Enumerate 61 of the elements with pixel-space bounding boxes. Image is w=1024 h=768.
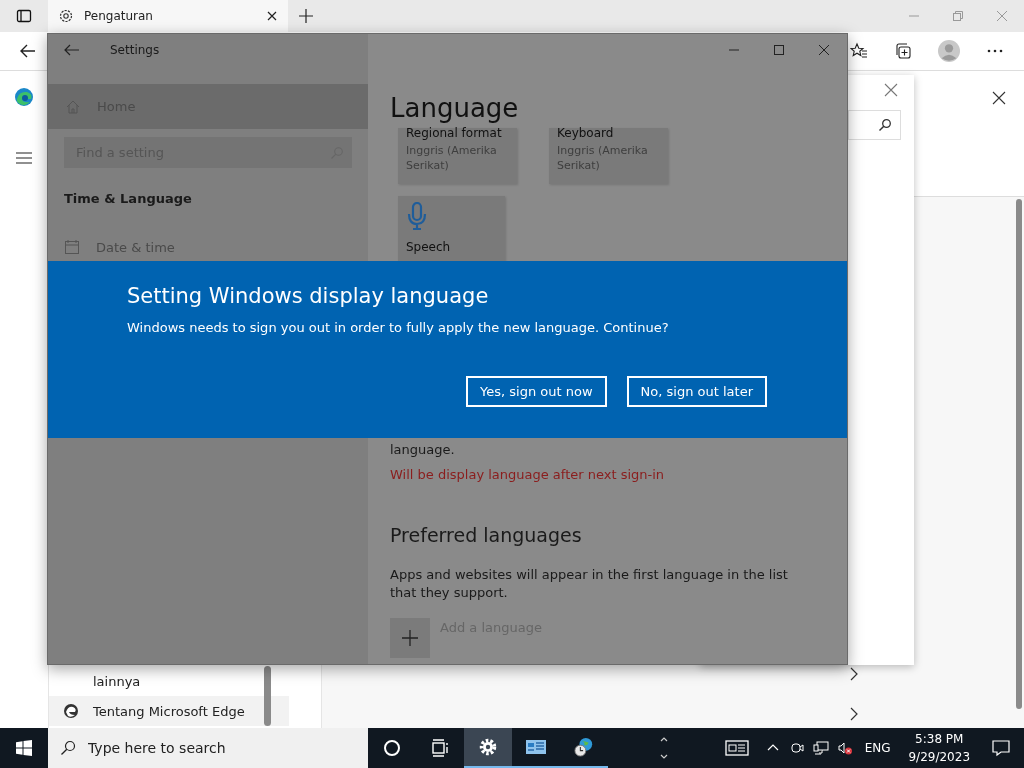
dialog-message: Windows needs to sign you out in order to fully apply the new language. Continue?	[127, 320, 670, 335]
dialog-button[interactable]: No, sign out later	[626, 376, 767, 407]
tile-title: Speech	[406, 240, 452, 254]
menu-item[interactable]: Tentang Microsoft Edge	[49, 696, 289, 726]
search-icon	[60, 740, 76, 756]
status-text: Will be display language after next sign-in	[390, 467, 666, 482]
back-arrow-icon[interactable]	[19, 42, 37, 60]
close-icon[interactable]	[992, 91, 1006, 105]
tab-actions-icon[interactable]	[16, 8, 32, 24]
setting-tile[interactable]: Regional format Inggris (Amerika Serikat)	[398, 128, 517, 184]
network-icon[interactable]	[812, 740, 829, 756]
date-text: 9/29/2023	[908, 749, 970, 766]
chevron-icon[interactable]	[849, 667, 859, 681]
dialog-button[interactable]: Yes, sign out now	[466, 376, 607, 407]
notifications-icon[interactable]	[992, 739, 1010, 757]
globe-clock-icon	[573, 737, 595, 757]
tile-title: Keyboard	[557, 126, 615, 140]
window-title: Settings	[110, 43, 160, 57]
section-heading: Preferred languages	[390, 524, 583, 546]
favorites-icon[interactable]	[850, 42, 868, 60]
start-icon[interactable]	[16, 740, 32, 756]
setting-tile[interactable]: Keyboard Inggris (Amerika Serikat)	[549, 128, 668, 184]
tile-subtitle: Inggris (Amerika Serikat)	[557, 143, 649, 173]
close-icon[interactable]	[266, 10, 278, 22]
chevron-icon[interactable]	[849, 707, 859, 721]
news-icon[interactable]	[724, 740, 749, 756]
control-panel-icon	[525, 737, 547, 757]
microphone-icon	[406, 202, 428, 232]
section-title: Time & Language	[64, 191, 193, 206]
language-indicator[interactable]: ENG	[864, 741, 891, 755]
tile-title: Regional format	[406, 126, 503, 140]
new-tab-icon[interactable]	[298, 8, 314, 24]
body-text: Apps and websites will appear in the first language in the list that they support.	[390, 566, 789, 602]
search-icon	[878, 118, 892, 132]
cortana-icon[interactable]	[382, 738, 402, 758]
clock[interactable]: 5:38 PM 9/29/2023	[908, 730, 970, 766]
menu-item[interactable]: lainnya	[49, 666, 289, 696]
task-view-icon[interactable]	[430, 738, 450, 758]
menu-icon[interactable]	[15, 149, 33, 167]
search-field[interactable]: Type here to search	[48, 728, 368, 768]
maximize-icon[interactable]	[773, 44, 785, 56]
dialog-title: Setting Windows display language	[127, 284, 490, 308]
tab-title: Pengaturan	[84, 9, 154, 23]
page-heading: Language	[390, 92, 520, 125]
calendar-icon	[64, 239, 80, 255]
browser-tab[interactable]: Pengaturan	[48, 0, 288, 32]
gear-icon	[477, 737, 499, 757]
muted-speaker-icon[interactable]	[836, 740, 853, 756]
plus-icon	[390, 618, 430, 658]
avatar-icon[interactable]	[938, 40, 960, 62]
gear-icon	[58, 8, 74, 24]
camera-icon[interactable]	[788, 740, 805, 756]
time-text: 5:38 PM	[915, 731, 964, 748]
search-input[interactable]: Type here to search	[88, 740, 348, 756]
search-field[interactable]	[848, 110, 901, 140]
browser-logo-icon[interactable]	[14, 87, 34, 107]
tile-subtitle: Inggris (Amerika Serikat)	[406, 143, 498, 173]
body-text: language.	[390, 442, 456, 457]
taskbar-app[interactable]	[464, 728, 512, 768]
browser-logo-icon	[63, 703, 79, 719]
collections-icon[interactable]	[894, 42, 912, 60]
